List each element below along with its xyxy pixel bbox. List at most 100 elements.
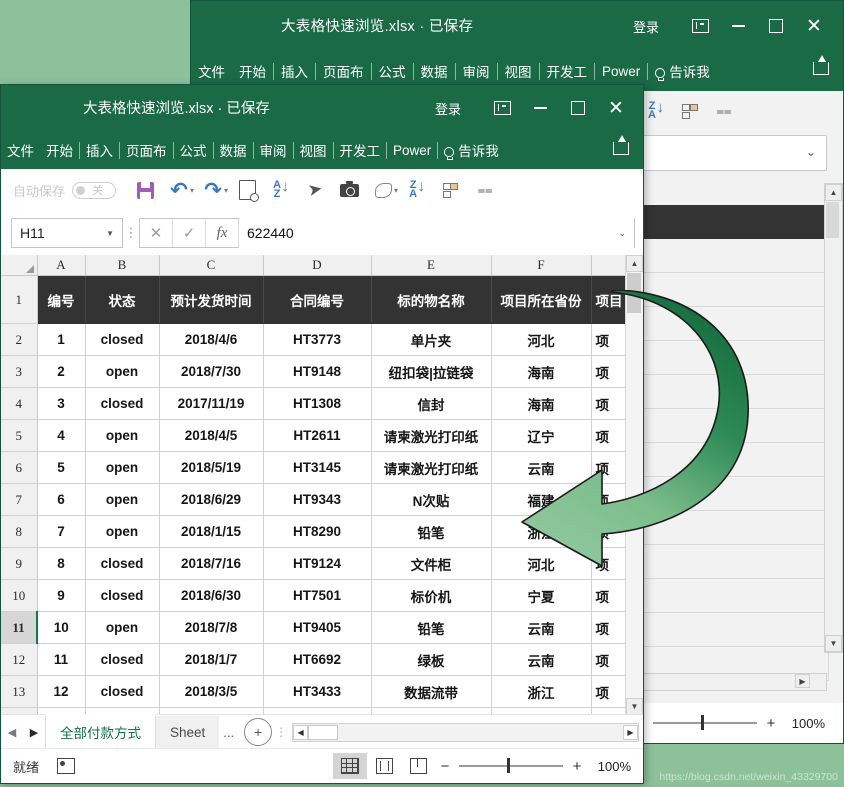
row-header[interactable]: 13 <box>1 675 38 708</box>
redo-icon[interactable]: ↷ <box>196 175 230 205</box>
tab-data[interactable]: 数据 <box>214 140 253 160</box>
background-vertical-scrollbar[interactable]: ▲ ▼ <box>824 183 843 653</box>
table-row[interactable]: 13 12 closed 2018/3/5 HT3433 数据流带 浙江项 <box>1 675 626 708</box>
table-cell[interactable]: 2018/1/7 <box>159 643 264 676</box>
row-header[interactable]: 6 <box>1 451 38 484</box>
row-header[interactable]: 10 <box>1 579 38 612</box>
shape-icon[interactable] <box>366 175 400 205</box>
table-cell[interactable]: 信封 <box>371 387 492 420</box>
table-cell[interactable]: closed <box>85 675 160 708</box>
table-cell[interactable]: 2018/6/30 <box>159 579 264 612</box>
table-cell[interactable]: 2018/5/19 <box>159 451 264 484</box>
formula-input[interactable]: 622440 ⌄ <box>239 218 634 248</box>
back-tab-home[interactable]: 开始 <box>232 61 273 81</box>
table-cell[interactable]: 2018/4/5 <box>159 419 264 452</box>
table-cell[interactable]: 海南 <box>491 355 592 388</box>
name-box[interactable]: H11 ▼ <box>11 218 123 248</box>
vertical-scrollbar[interactable]: ▲ ▼ <box>625 255 643 715</box>
table-cell[interactable]: closed <box>85 323 160 356</box>
ribbon-display-options-icon[interactable] <box>681 9 719 43</box>
foreground-sign-in-button[interactable]: 登录 <box>435 99 461 118</box>
table-cell[interactable]: 5 <box>37 451 86 484</box>
select-all-corner[interactable] <box>1 255 38 276</box>
back-selection-pane-icon[interactable] <box>673 96 707 126</box>
back-tab-developer[interactable]: 开发工 <box>540 61 595 81</box>
table-cell[interactable]: 辽宁 <box>491 419 592 452</box>
expand-formula-bar-icon[interactable]: ⌄ <box>618 228 626 239</box>
scroll-right-icon[interactable]: ▶ <box>795 674 810 688</box>
sort-ascending-icon[interactable]: AZ <box>264 175 298 205</box>
chevron-down-icon[interactable]: ⌄ <box>806 145 816 159</box>
table-cell[interactable]: 2018/3/5 <box>159 675 264 708</box>
table-cell[interactable]: 河北 <box>491 547 592 580</box>
table-cell[interactable]: 2018/7/30 <box>159 355 264 388</box>
col-header-e[interactable]: E <box>371 255 492 276</box>
zoom-slider-knob[interactable] <box>507 758 510 774</box>
table-cell[interactable]: 浙江 <box>491 675 592 708</box>
table-row[interactable]: 11 10 open 2018/7/8 HT9405 铅笔 云南项 <box>1 611 626 644</box>
background-close-button[interactable]: ✕ <box>795 9 833 43</box>
previous-sheet-button[interactable]: ◀ <box>1 726 23 739</box>
next-sheet-button[interactable]: ▶ <box>23 726 45 739</box>
sheet-tabs-overflow[interactable]: ... <box>219 725 238 740</box>
table-row[interactable]: 7 6 open 2018/6/29 HT9343 N次贴 福建项 <box>1 483 626 516</box>
table-cell[interactable]: closed <box>85 579 160 612</box>
zoom-out-button[interactable]: − <box>435 758 455 775</box>
back-tab-view[interactable]: 视图 <box>498 61 539 81</box>
foreground-minimize-button[interactable] <box>521 91 559 125</box>
table-cell[interactable]: open <box>85 419 160 452</box>
ribbon-display-options-icon[interactable] <box>483 91 521 125</box>
table-cell[interactable]: HT9148 <box>263 355 372 388</box>
table-cell[interactable]: open <box>85 611 160 644</box>
table-cell[interactable]: closed <box>85 643 160 676</box>
zoom-slider[interactable] <box>459 758 563 774</box>
zoom-in-button[interactable]: + <box>567 758 587 775</box>
table-cell[interactable]: 6 <box>37 483 86 516</box>
back-sort-descending-icon[interactable]: ZA <box>639 96 673 126</box>
table-row[interactable]: 8 7 open 2018/1/15 HT8290 铅笔 浙江项 <box>1 515 626 548</box>
autosave-toggle[interactable]: 自动保存 关 <box>13 181 117 200</box>
undo-icon[interactable]: ↶ <box>162 175 196 205</box>
table-cell[interactable]: HT6692 <box>263 643 372 676</box>
scroll-down-icon[interactable]: ▼ <box>626 698 643 715</box>
tab-power[interactable]: Power <box>387 143 437 158</box>
table-cell[interactable]: open <box>85 355 160 388</box>
table-cell[interactable]: 7 <box>37 515 86 548</box>
table-row[interactable]: 10 9 closed 2018/6/30 HT7501 标价机 宁夏项 <box>1 579 626 612</box>
customize-quick-access-toolbar-icon[interactable]: ⩵ <box>468 175 502 205</box>
table-cell[interactable]: 项 <box>591 355 626 388</box>
table-row[interactable]: 4 3 closed 2017/11/19 HT1308 信封 海南项 <box>1 387 626 420</box>
worksheet-grid[interactable]: A B C D E F 1 编号 状态 预计发货时间 合同编号 标的物名称 项目所在省份 项目… <box>1 255 643 715</box>
table-cell[interactable]: 请柬激光打印纸 <box>371 451 492 484</box>
table-cell[interactable]: 2 <box>37 355 86 388</box>
col-header-f[interactable]: F <box>491 255 592 276</box>
table-cell[interactable]: HT3773 <box>263 323 372 356</box>
table-row[interactable]: 12 11 closed 2018/1/7 HT6692 绿板 云南项 <box>1 643 626 676</box>
table-cell[interactable]: open <box>85 451 160 484</box>
table-cell[interactable]: closed <box>85 387 160 420</box>
table-cell[interactable]: 9 <box>37 579 86 612</box>
table-cell[interactable]: 项 <box>591 515 626 548</box>
table-cell[interactable]: 宁夏 <box>491 579 592 612</box>
normal-view-icon[interactable] <box>333 753 367 779</box>
column-title-cell[interactable]: 标的物名称 <box>371 275 492 324</box>
camera-icon[interactable] <box>332 175 366 205</box>
table-cell[interactable]: 1 <box>37 323 86 356</box>
macro-record-icon[interactable] <box>57 758 76 774</box>
back-tab-page-layout[interactable]: 页面布 <box>316 61 371 81</box>
tab-insert[interactable]: 插入 <box>80 140 119 160</box>
table-cell[interactable]: 12 <box>37 675 86 708</box>
formula-input-group[interactable]: ✕ ✓ fx 622440 ⌄ <box>139 218 635 248</box>
table-cell[interactable]: 项 <box>591 483 626 516</box>
row-header[interactable]: 9 <box>1 547 38 580</box>
back-tab-formulas[interactable]: 公式 <box>372 61 413 81</box>
table-cell[interactable]: 10 <box>37 611 86 644</box>
row-header[interactable]: 7 <box>1 483 38 516</box>
worksheet-table[interactable]: A B C D E F 1 编号 状态 预计发货时间 合同编号 标的物名称 项目所在省份 项目… <box>1 255 626 715</box>
table-cell[interactable]: 海南 <box>491 387 592 420</box>
row-header[interactable]: 5 <box>1 419 38 452</box>
table-cell[interactable]: 文件柜 <box>371 547 492 580</box>
table-cell[interactable]: 数据流带 <box>371 675 492 708</box>
table-cell[interactable]: HT2611 <box>263 419 372 452</box>
table-row[interactable]: 2 1 closed 2018/4/6 HT3773 单片夹 河北项 <box>1 323 626 356</box>
